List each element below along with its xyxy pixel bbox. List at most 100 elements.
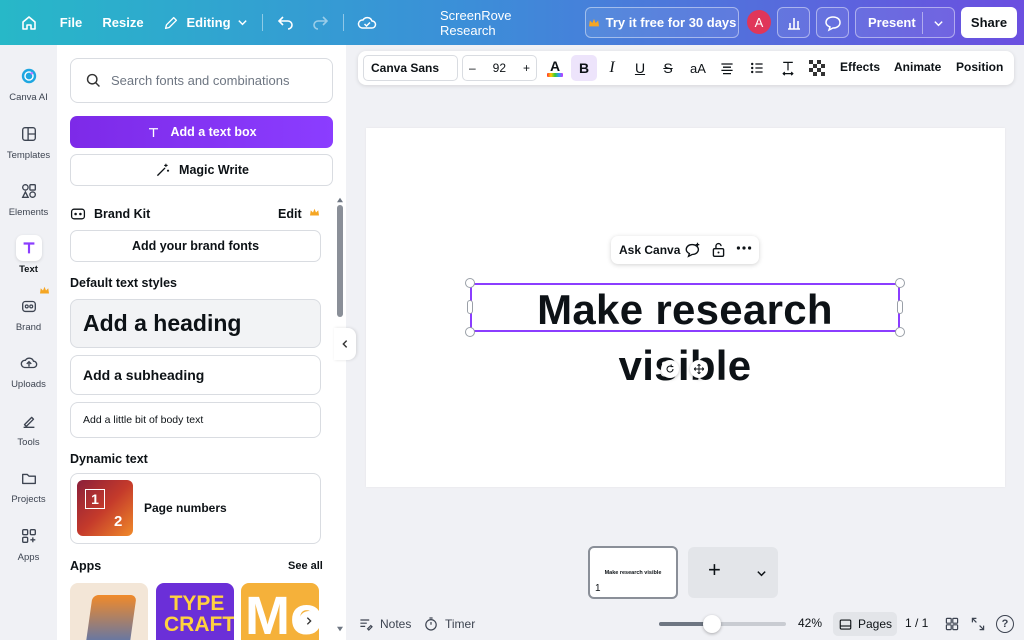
page-numbers-item[interactable]: 1 2 Page numbers (70, 473, 321, 544)
rail-item-templates[interactable]: Templates (0, 121, 57, 171)
resize-button[interactable]: Resize (100, 7, 146, 38)
avatar[interactable]: A (747, 10, 771, 34)
more-options-icon[interactable] (736, 245, 752, 251)
home-button[interactable] (14, 7, 44, 38)
decrease-size-button[interactable]: – (469, 61, 476, 75)
heading-line-1: Make research (537, 286, 833, 333)
add-brand-fonts-button[interactable]: Add your brand fonts (70, 230, 321, 262)
transparency-button[interactable] (807, 55, 827, 81)
rail-item-projects[interactable]: Projects (0, 465, 57, 515)
lock-icon[interactable] (710, 241, 727, 258)
rail-label: Projects (11, 494, 46, 505)
grid-view-icon[interactable] (944, 616, 960, 632)
comment-add-icon[interactable] (684, 241, 702, 259)
help-button[interactable]: ? (996, 615, 1014, 633)
underline-button[interactable]: U (629, 55, 651, 81)
chevron-left-icon (342, 340, 348, 348)
add-body-text-style[interactable]: Add a little bit of body text (70, 402, 321, 438)
panel-scrollbar-thumb[interactable] (337, 205, 343, 317)
resize-handle-right[interactable] (897, 300, 903, 314)
chevron-down-icon[interactable] (933, 18, 944, 29)
resize-handle-top-left[interactable] (465, 278, 475, 288)
font-size-stepper[interactable]: – 92 + (462, 55, 537, 81)
pages-button[interactable]: Pages (833, 612, 897, 636)
ask-canva-button[interactable]: Ask Canva (619, 243, 680, 257)
add-text-box-button[interactable]: Add a text box (70, 116, 333, 148)
resize-handle-left[interactable] (467, 300, 473, 314)
editing-mode-button[interactable]: Editing (160, 7, 250, 38)
home-icon (22, 15, 36, 30)
document-title[interactable]: ScreenRove Research (440, 7, 570, 38)
notes-button[interactable]: Notes (358, 616, 411, 632)
notes-label: Notes (380, 617, 412, 631)
text-color-button[interactable]: A (543, 55, 567, 81)
rail-item-tools[interactable]: Tools (0, 408, 57, 458)
app-tile[interactable]: TYPE CRAFT (156, 583, 234, 640)
zoom-value[interactable]: 42% (798, 616, 822, 630)
timer-button[interactable]: Timer (423, 616, 475, 632)
rail-item-text[interactable]: Text (0, 235, 57, 285)
move-handle[interactable] (690, 360, 708, 378)
brand-kit-edit-link[interactable]: Edit (278, 207, 302, 221)
apps-next-button[interactable] (299, 611, 319, 631)
comments-button[interactable] (816, 7, 849, 38)
resize-handle-bottom-left[interactable] (465, 327, 475, 337)
share-button[interactable]: Share (961, 7, 1017, 38)
strikethrough-button[interactable]: S (657, 55, 679, 81)
italic-button[interactable]: I (601, 55, 623, 81)
effects-button[interactable]: Effects (840, 60, 880, 74)
see-all-link[interactable]: See all (288, 560, 323, 572)
rail-item-uploads[interactable]: Uploads (0, 350, 57, 400)
top-bar: File Resize Editing ScreenRove Research … (0, 0, 1024, 45)
position-button[interactable]: Position (956, 60, 1003, 74)
app-tile[interactable] (70, 583, 148, 640)
dynamic-text-title: Dynamic text (70, 452, 148, 466)
increase-size-button[interactable]: + (523, 61, 530, 75)
bold-button[interactable]: B (571, 55, 597, 81)
rotate-handle[interactable] (661, 360, 679, 378)
zoom-slider-knob[interactable] (703, 615, 722, 633)
redo-button[interactable] (307, 7, 333, 38)
insights-button[interactable] (777, 7, 810, 38)
font-size-value[interactable]: 92 (493, 61, 506, 75)
search-box[interactable] (70, 58, 333, 103)
canvas-heading-text[interactable]: Make research visible (470, 282, 900, 394)
spacing-button[interactable] (777, 55, 799, 81)
toolbar-divider (343, 14, 344, 31)
present-divider (922, 12, 923, 34)
free-trial-button[interactable]: Try it free for 30 days (585, 7, 739, 38)
scroll-down-icon[interactable] (336, 626, 344, 632)
undo-button[interactable] (273, 7, 299, 38)
toolbar-divider (262, 14, 263, 31)
chevron-down-icon[interactable] (756, 568, 767, 579)
font-family-select[interactable]: Canva Sans (363, 55, 458, 81)
add-page-button[interactable]: + (708, 557, 721, 583)
rotate-icon (666, 364, 674, 373)
scroll-up-icon[interactable] (336, 197, 344, 203)
align-button[interactable] (716, 55, 738, 81)
app-tile[interactable]: Mo (241, 583, 319, 640)
add-subheading-style[interactable]: Add a subheading (70, 355, 321, 395)
add-heading-style[interactable]: Add a heading (70, 299, 321, 348)
save-status-button[interactable] (354, 7, 380, 38)
ask-canva-bar: Ask Canva (611, 236, 759, 264)
rail-item-brand[interactable]: Brand (0, 286, 57, 343)
rail-item-elements[interactable]: Elements (0, 178, 57, 228)
rail-item-canva-ai[interactable]: Canva AI (0, 63, 57, 113)
fullscreen-icon[interactable] (970, 616, 986, 632)
letter-case-button[interactable]: aA (686, 55, 710, 81)
color-swatch (547, 73, 563, 77)
present-button[interactable]: Present (855, 7, 955, 38)
page-thumbnail[interactable]: Make research visible 1 (588, 546, 678, 599)
rail-item-apps[interactable]: Apps (0, 523, 57, 573)
list-button[interactable] (746, 55, 768, 81)
animate-button[interactable]: Animate (894, 60, 941, 74)
bullet-list-icon (751, 62, 763, 74)
collapse-panel-button[interactable] (334, 328, 356, 360)
file-menu[interactable]: File (55, 7, 87, 38)
resize-handle-top-right[interactable] (895, 278, 905, 288)
magic-write-button[interactable]: Magic Write (70, 154, 333, 186)
page-thumbnail-number: 1 (595, 583, 601, 594)
resize-handle-bottom-right[interactable] (895, 327, 905, 337)
search-input[interactable] (111, 73, 311, 88)
